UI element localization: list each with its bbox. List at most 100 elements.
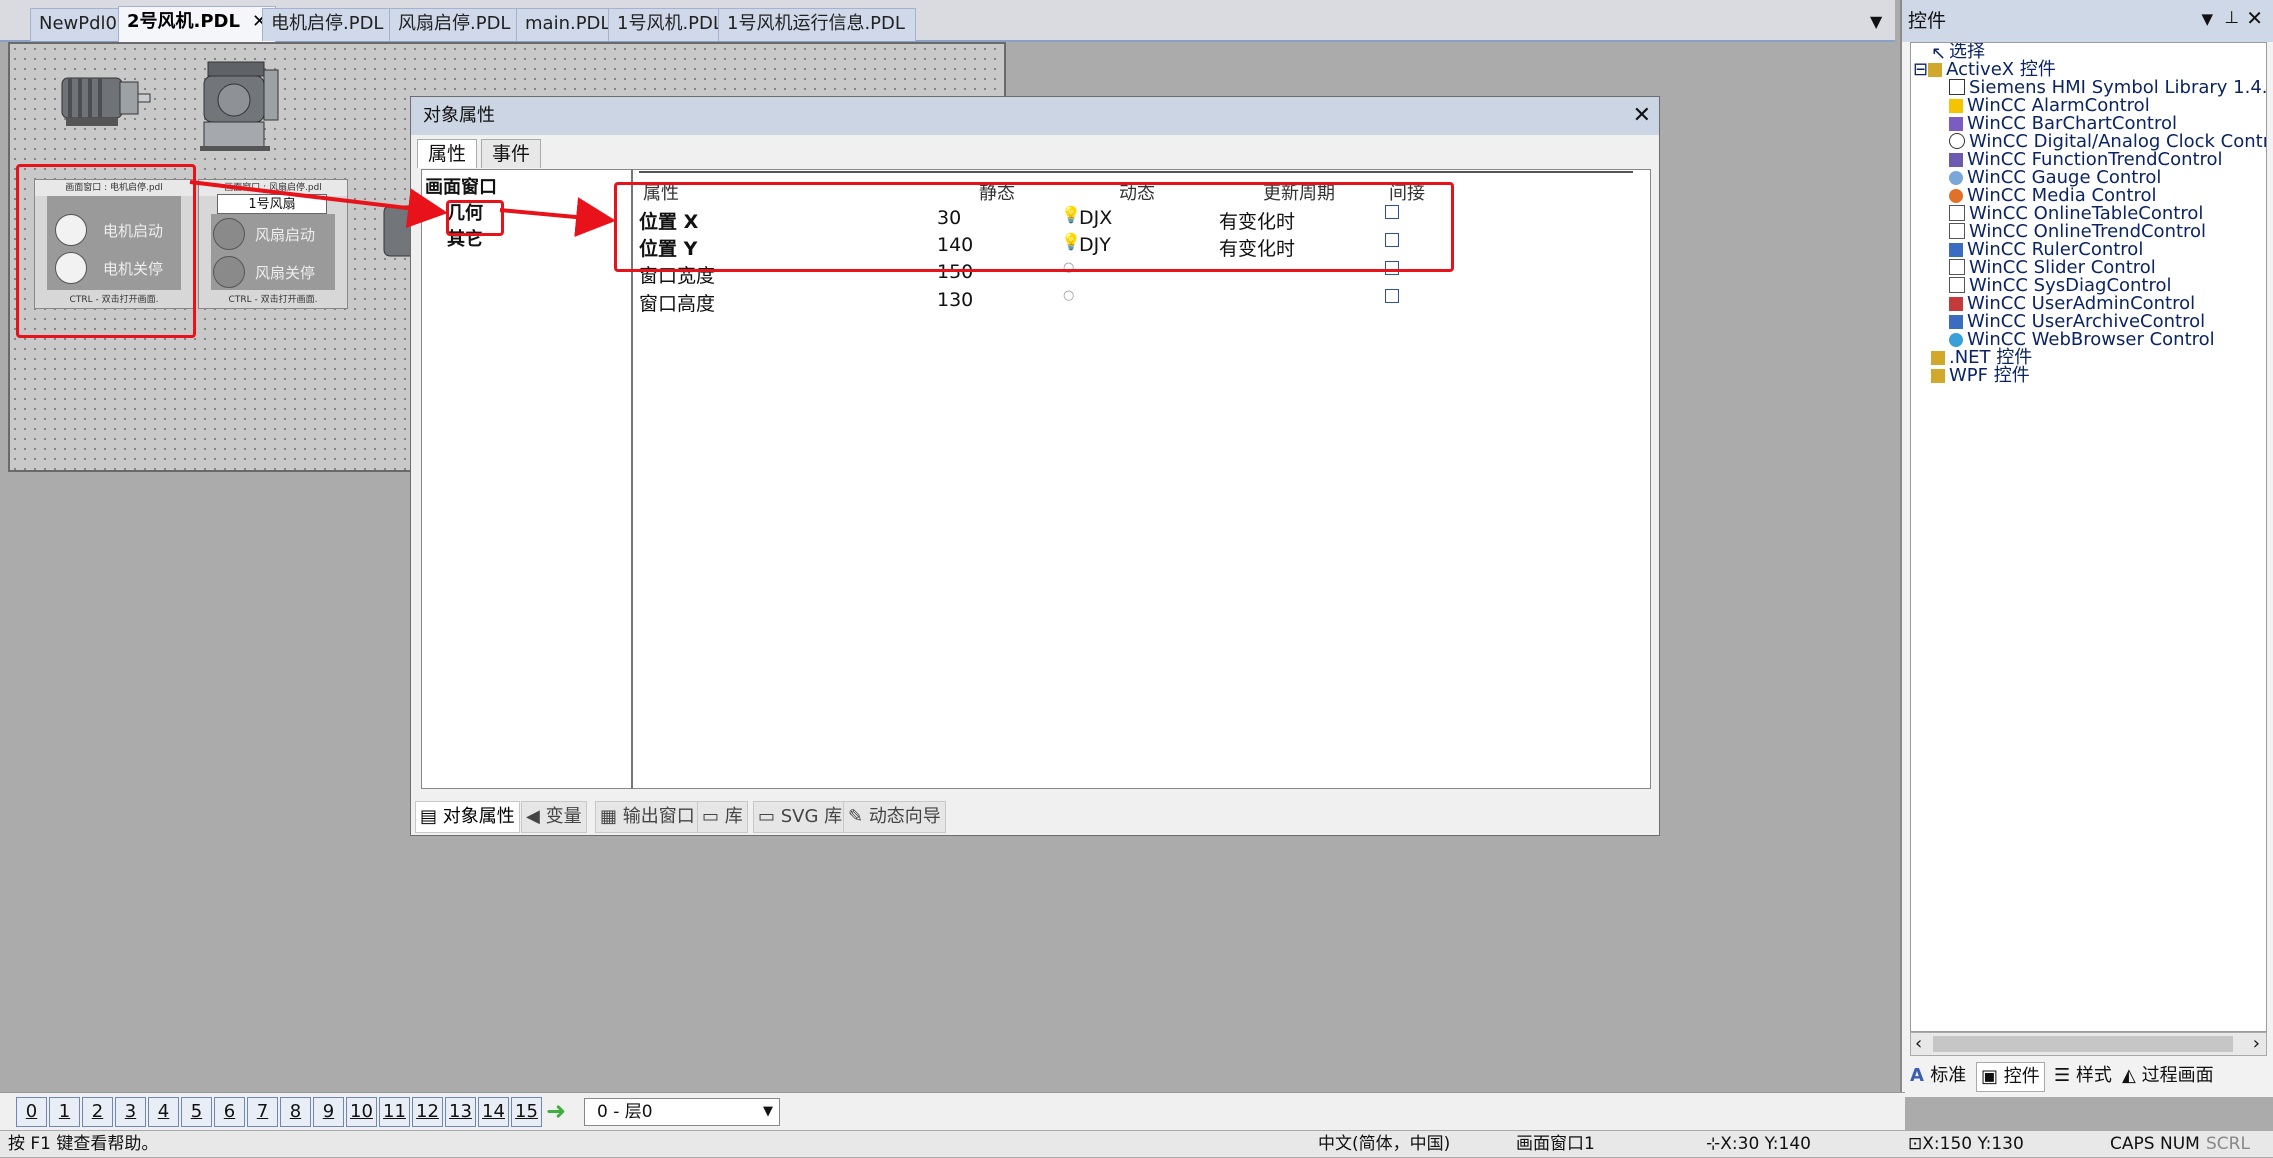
wand-icon: ✎ [848,806,869,827]
layer-button-3[interactable]: 3 [115,1097,146,1127]
layer-select[interactable]: 0 - 层0 ▼ [584,1098,780,1126]
pin-icon[interactable]: ⊥ [2224,8,2239,28]
layer-select-value: 0 - 层0 [597,1102,653,1122]
picture-icon: ◭ [2122,1065,2142,1086]
chevron-down-icon[interactable]: ▼ [1870,12,1882,31]
position-icon: ⊹ [1706,1134,1721,1154]
ruler-icon [1949,243,1963,257]
controls-icon: ▣ [1981,1066,2004,1087]
cursor-icon: ↖ [1931,43,1947,64]
collapse-icon: ⊟ [1913,59,1929,80]
close-icon[interactable]: ✕ [1633,97,1651,135]
layer-button-9[interactable]: 9 [313,1097,344,1127]
folder-icon [1928,63,1943,77]
row-window-height-static[interactable]: 130 [937,289,973,311]
layer-button-10[interactable]: 10 [346,1097,377,1127]
scroll-right-icon[interactable]: › [2253,1033,2260,1054]
trend-icon [1949,153,1963,167]
scrollbar-thumb[interactable] [1933,1036,2233,1052]
dialog-bottom-tabs: ▤ 对象属性 ◀ 变量 ▦ 输出窗口 ▭ 库 ▭ SVG 库 ✎ 动态向导 [411,797,1659,835]
layer-button-14[interactable]: 14 [478,1097,509,1127]
globe-icon [1949,333,1963,347]
folder-icon: ▭ [702,806,725,827]
folder-icon [1931,351,1945,365]
tab-1-fan-info[interactable]: 1号风机运行信息.PDL [718,8,916,41]
folder-icon [1931,369,1945,383]
tab-process-pictures[interactable]: ◭ 过程画面 [2118,1062,2218,1090]
arrow-right-icon[interactable]: ➜ [546,1097,566,1125]
layer-button-5[interactable]: 5 [181,1097,212,1127]
layer-button-11[interactable]: 11 [379,1097,410,1127]
tab-output-window[interactable]: ▦ 输出窗口 [595,801,700,833]
tab-label: 动态向导 [868,806,941,827]
horizontal-scrollbar[interactable]: ‹ › [1910,1032,2267,1056]
status-num: NUM [2160,1134,2200,1154]
chevron-down-icon[interactable]: ▼ [2201,10,2213,28]
close-icon[interactable]: ✕ [2246,6,2263,30]
tab-styles[interactable]: ☰ 样式 [2050,1062,2116,1090]
tab-variables[interactable]: ◀ 变量 [521,801,587,833]
tree-item-wpf[interactable]: WPF 控件 [1931,367,2030,385]
layer-button-12[interactable]: 12 [412,1097,443,1127]
table-icon [1949,205,1965,221]
layer-button-6[interactable]: 6 [214,1097,245,1127]
layer-button-13[interactable]: 13 [445,1097,476,1127]
row-window-height-indirect-checkbox[interactable] [1385,289,1399,303]
status-object: 画面窗口1 [1516,1134,1595,1154]
tab-label: 样式 [2075,1065,2112,1086]
user-icon [1949,297,1963,311]
styles-icon: ☰ [2054,1065,2076,1086]
media-icon [1949,189,1963,203]
library-icon [1949,79,1965,95]
standard-icon: A [1910,1065,1931,1086]
annotation-box-position-rows [614,182,1454,272]
chevron-down-icon[interactable]: ▼ [763,1099,773,1125]
folder-icon: ▭ [758,806,781,827]
layer-bar: 0 1 2 3 4 5 6 7 8 9 10 11 12 13 14 15 ➜ … [0,1092,1905,1130]
bulb-icon[interactable]: ○ [1063,288,1074,303]
layer-button-1[interactable]: 1 [49,1097,80,1127]
archive-icon [1949,315,1963,329]
trend-icon [1949,223,1965,239]
gauge-icon [1949,171,1963,185]
layer-button-0[interactable]: 0 [16,1097,47,1127]
status-bar: 按 F1 键查看帮助。 中文(简体，中国) 画面窗口1 ⊹X:30 Y:140 … [0,1130,2273,1157]
tab-label: 过程画面 [2141,1065,2214,1086]
bar-chart-icon [1949,117,1963,131]
tab-label: 对象属性 [442,806,515,827]
clock-icon [1949,133,1965,149]
tab-controls[interactable]: ▣ 控件 [1976,1062,2045,1092]
tab-object-properties[interactable]: ▤ 对象属性 [415,801,520,833]
window-icon: ▦ [600,806,623,827]
status-size-value: X:150 Y:130 [1922,1134,2024,1154]
tab-library[interactable]: ▭ 库 [697,801,748,833]
annotation-arrows [189,180,616,237]
tab-label: 1号风机运行信息.PDL [727,13,905,34]
tag-icon: ◀ [526,806,546,827]
tab-label: 变量 [545,806,582,827]
tab-label: 标准 [1930,1065,1967,1086]
status-scrl: SCRL [2206,1134,2250,1154]
status-help: 按 F1 键查看帮助。 [8,1134,159,1154]
scroll-left-icon[interactable]: ‹ [1915,1033,1922,1054]
status-position: ⊹X:30 Y:140 [1706,1131,1811,1158]
status-position-value: X:30 Y:140 [1720,1134,1811,1154]
tab-svg-library[interactable]: ▭ SVG 库 [753,801,848,833]
tab-standard[interactable]: A 标准 [1906,1062,1970,1090]
alarm-icon [1949,99,1963,113]
slider-icon [1949,259,1965,275]
layer-button-8[interactable]: 8 [280,1097,311,1127]
size-icon: ⊡ [1908,1134,1923,1154]
layer-button-4[interactable]: 4 [148,1097,179,1127]
layer-button-15[interactable]: 15 [511,1097,542,1127]
grid-header-divider [639,171,1633,173]
diagnostics-icon [1949,277,1965,293]
controls-panel: 控件 ▼ ⊥ ✕ ↖ 选择 ⊟ ActiveX 控件 Siemens HMI Sym… [1900,0,2273,1097]
arrow-to-position-rows [499,197,616,237]
layer-button-2[interactable]: 2 [82,1097,113,1127]
layer-button-7[interactable]: 7 [247,1097,278,1127]
properties-icon: ▤ [420,806,443,827]
tab-label: 控件 [2003,1066,2040,1087]
tab-dynamic-wizard[interactable]: ✎ 动态向导 [843,801,946,833]
panel-bottom-tabs: A 标准 ▣ 控件 ☰ 样式 ◭ 过程画面 [1902,1058,2273,1094]
